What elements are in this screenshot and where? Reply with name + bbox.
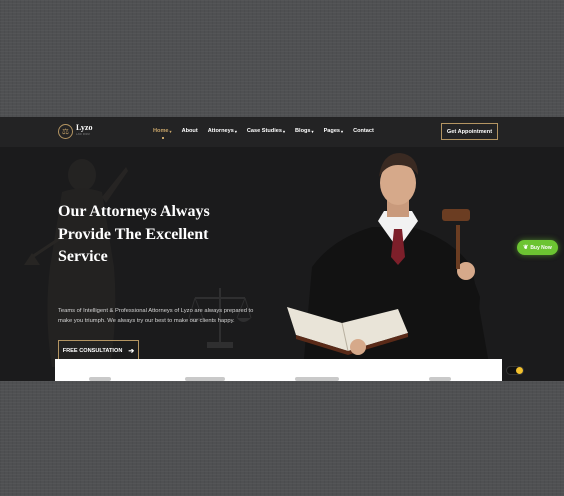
get-appointment-button[interactable]: Get Appointment: [441, 123, 498, 140]
chevron-down-icon: ▾: [282, 129, 285, 134]
nav-item-pages[interactable]: Pages ▾: [324, 128, 344, 138]
nav-item-blogs[interactable]: Blogs ▾: [295, 128, 314, 138]
feature-item: [295, 377, 339, 381]
hero-description-line: make you triumph. We always try our best…: [58, 318, 235, 324]
active-indicator: [162, 137, 164, 139]
nav-label: Pages: [323, 128, 341, 134]
feature-item: [429, 377, 451, 381]
free-consultation-button[interactable]: FREE CONSULTATION ➔: [58, 340, 139, 361]
nav-label: Case Studies: [246, 128, 282, 134]
buy-now-label: Buy Now: [530, 244, 552, 251]
hero-section: Our Attorneys Always Provide The Excelle…: [0, 147, 564, 381]
main-nav: Home ▾ About Attorneys ▾ Case Studies ▾ …: [153, 128, 374, 139]
nav-label: Blogs: [295, 128, 311, 134]
nav-label: Contact: [353, 128, 374, 134]
nav-item-contact[interactable]: Contact: [353, 128, 374, 138]
brand-name: Lyzo: [76, 123, 93, 132]
feature-item: [185, 377, 225, 381]
nav-item-about[interactable]: About: [182, 128, 198, 138]
buy-now-button[interactable]: ❦ Buy Now: [517, 240, 558, 255]
chevron-down-icon: ▾: [311, 129, 314, 134]
hero-title-line: Our Attorneys Always: [58, 203, 210, 220]
chevron-down-icon: ▾: [169, 129, 172, 134]
hero-title: Our Attorneys Always Provide The Excelle…: [58, 201, 258, 269]
arrow-right-icon: ➔: [128, 347, 135, 355]
hero-title-line: Provide The Excellent: [58, 225, 209, 243]
nav-label: Attorneys: [207, 128, 234, 134]
hero-description: Teams of Intelligent & Professional Atto…: [58, 306, 278, 326]
feature-item: [89, 377, 111, 381]
nav-item-attorneys[interactable]: Attorneys ▾: [208, 128, 237, 138]
scales-logo-icon: ⚖: [58, 124, 73, 139]
nav-label: About: [181, 128, 198, 134]
logo[interactable]: ⚖ Lyzo LAW FIRM: [58, 123, 98, 141]
chevron-down-icon: ▾: [341, 129, 344, 134]
chevron-down-icon: ▾: [234, 129, 237, 134]
nav-label: Home: [153, 128, 169, 134]
website-screenshot: ⚖ Lyzo LAW FIRM Home ▾ About Attorneys ▾…: [0, 117, 564, 381]
theme-toggle[interactable]: [506, 366, 524, 375]
nav-item-case-studies[interactable]: Case Studies ▾: [247, 128, 285, 138]
attorney-with-gavel-image: [287, 153, 492, 381]
sun-icon: [516, 367, 523, 374]
site-header: ⚖ Lyzo LAW FIRM Home ▾ About Attorneys ▾…: [0, 117, 564, 147]
button-label: FREE CONSULTATION: [62, 347, 123, 354]
feature-panel: [55, 359, 502, 381]
hero-description-line: Teams of Intelligent & Professional Atto…: [58, 308, 254, 314]
brand-tagline: LAW FIRM: [76, 133, 90, 136]
leaf-icon: ❦: [523, 245, 529, 251]
hero-title-line: Service: [58, 248, 108, 265]
nav-item-home[interactable]: Home ▾: [153, 128, 172, 139]
